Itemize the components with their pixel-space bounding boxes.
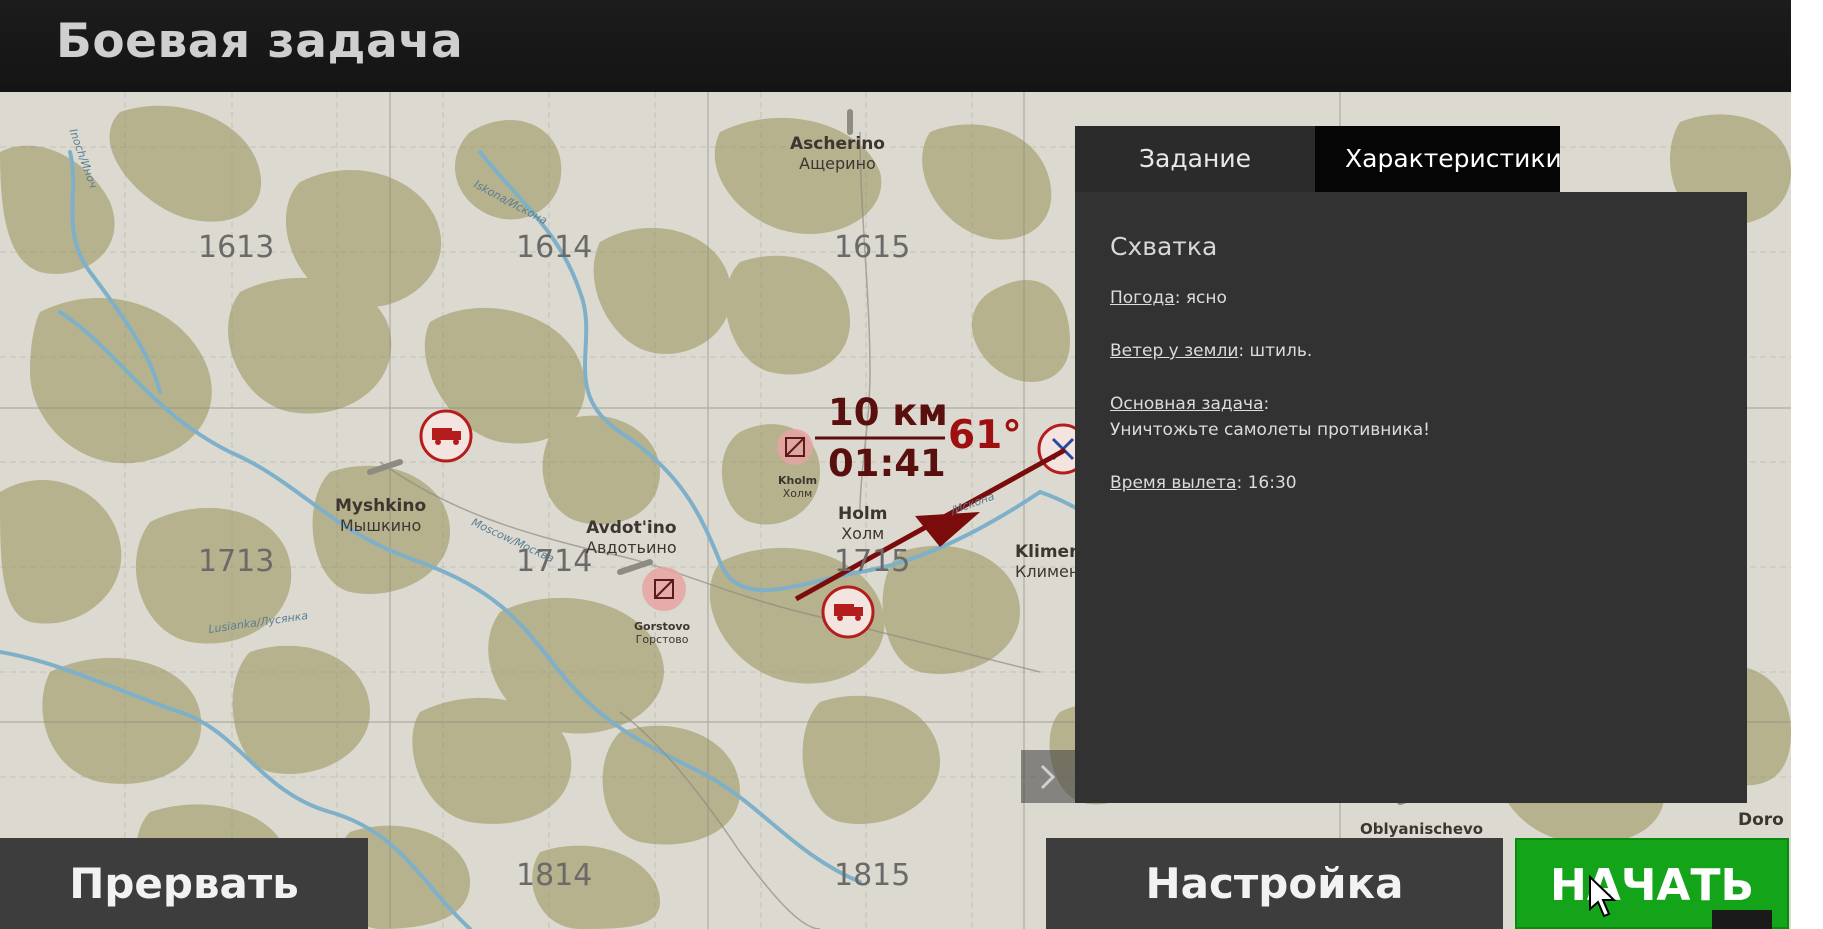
town-name-ru: Холм bbox=[782, 487, 813, 501]
town-doro: Doro bbox=[1738, 810, 1784, 830]
weather-label: Погода bbox=[1110, 288, 1175, 308]
town-name-en: Ascherino bbox=[790, 134, 885, 154]
town-name-ru: Авдотьино bbox=[586, 538, 677, 558]
mouse-cursor-icon bbox=[1589, 875, 1617, 918]
chevron-right-icon bbox=[1040, 764, 1056, 789]
town-name-ru: Климен bbox=[1015, 562, 1080, 582]
town-holm: Holm Холм bbox=[838, 504, 887, 544]
mission-heading: Схватка bbox=[1110, 232, 1218, 261]
collapse-panel-button[interactable] bbox=[1021, 750, 1075, 803]
weather-row: Погода: ясно bbox=[1110, 288, 1227, 308]
town-name-en: Gorstovo bbox=[634, 620, 691, 633]
town-name-ru: Ащерино bbox=[799, 154, 876, 174]
grid-square-label: 1613 bbox=[198, 230, 275, 265]
tab-specifications[interactable]: Характеристики bbox=[1315, 126, 1562, 192]
town-name-ru: Холм bbox=[841, 524, 885, 544]
wind-row: Ветер у земли: штиль. bbox=[1110, 341, 1312, 361]
screen-edge bbox=[1791, 0, 1823, 929]
task-colon: : bbox=[1263, 394, 1270, 414]
route-heading: 61° bbox=[948, 413, 1022, 458]
abort-flight-button[interactable]: Прервать вылет bbox=[0, 838, 368, 929]
town-myshkino: Myshkino Мышкино bbox=[335, 496, 426, 536]
briefing-screen: 1613 1614 1615 1713 1714 1715 1814 1815 … bbox=[0, 0, 1791, 929]
grid-square-label: 1615 bbox=[834, 230, 911, 265]
town-name-en: Holm bbox=[838, 504, 888, 524]
top-bar: Боевая задача bbox=[0, 0, 1791, 92]
departure-label: Время вылета bbox=[1110, 473, 1237, 493]
wind-value: : штиль. bbox=[1238, 341, 1313, 361]
grid-square-label: 1815 bbox=[834, 858, 911, 893]
minimized-window-icon bbox=[1712, 910, 1772, 929]
task-label: Основная задача bbox=[1110, 394, 1264, 414]
town-avdotino: Avdot'ino Авдотьино bbox=[586, 518, 677, 558]
departure-value: : 16:30 bbox=[1236, 473, 1297, 493]
town-name-en: Kholm bbox=[778, 474, 818, 487]
briefing-tabs: Задание Характеристики bbox=[1075, 126, 1562, 192]
page-title: Боевая задача bbox=[56, 14, 464, 69]
grid-square-label: 1713 bbox=[198, 544, 275, 579]
route-time: 01:41 bbox=[828, 442, 946, 485]
town-name-ru: Горстово bbox=[635, 633, 689, 647]
town-name-ru: Мышкино bbox=[339, 516, 422, 536]
aircraft-setup-button[interactable]: Настройка самолета bbox=[1046, 838, 1503, 929]
town-name-en: Oblyanischevo bbox=[1360, 820, 1484, 838]
grid-square-label: 1814 bbox=[516, 858, 593, 893]
task-description: Уничтожьте самолеты противника! bbox=[1110, 420, 1430, 440]
town-name-en: Myshkino bbox=[335, 496, 427, 516]
town-name-en: Avdot'ino bbox=[586, 518, 677, 538]
town-ascherino: Ascherino Ащерино bbox=[790, 134, 885, 174]
route-distance: 10 км bbox=[828, 391, 948, 434]
weather-value: : ясно bbox=[1174, 288, 1227, 308]
task-row: Основная задача: bbox=[1110, 394, 1269, 414]
grid-square-label: 1715 bbox=[834, 544, 911, 579]
town-oblyanischevo: Oblyanischevo bbox=[1360, 820, 1483, 838]
town-klimen: Klimen Климен bbox=[1015, 542, 1081, 582]
grid-square-label: 1614 bbox=[516, 230, 593, 265]
departure-row: Время вылета: 16:30 bbox=[1110, 473, 1297, 493]
town-name-en: Doro bbox=[1738, 810, 1784, 830]
town-kholm: Kholm Холм bbox=[778, 474, 817, 500]
town-name-en: Klimen bbox=[1015, 542, 1082, 562]
wind-label: Ветер у земли bbox=[1110, 341, 1239, 361]
tab-task[interactable]: Задание bbox=[1075, 126, 1315, 192]
town-gorstovo: Gorstovo Горстово bbox=[634, 620, 690, 646]
briefing-panel: Схватка Погода: ясно Ветер у земли: штил… bbox=[1075, 192, 1747, 803]
